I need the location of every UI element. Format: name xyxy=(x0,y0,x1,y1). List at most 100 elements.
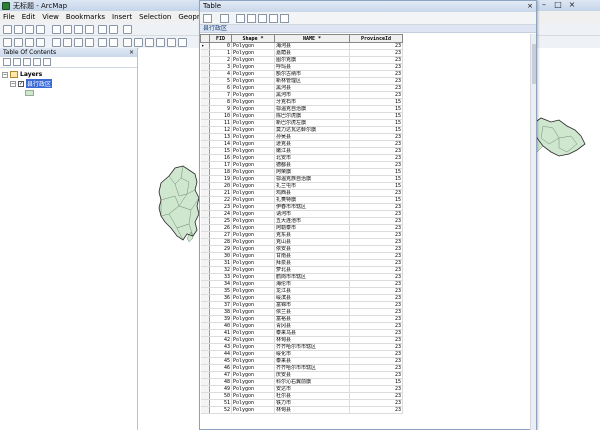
forward-extent-icon[interactable] xyxy=(85,38,94,47)
measure-icon[interactable] xyxy=(156,38,165,47)
table-cell-name[interactable]: 德都县 xyxy=(274,161,350,169)
table-cell-province-id[interactable]: 15 xyxy=(349,175,403,183)
row-selector[interactable] xyxy=(200,371,210,379)
table-cell-province-id[interactable]: 15 xyxy=(349,168,403,176)
table-cell-shape[interactable]: Polygon xyxy=(231,336,275,344)
table-cell-fid[interactable]: 48 xyxy=(209,378,232,386)
row-selector[interactable] xyxy=(200,161,210,169)
row-selector[interactable] xyxy=(200,203,210,211)
table-cell-shape[interactable]: Polygon xyxy=(231,126,275,134)
layers-node[interactable]: − Layers xyxy=(2,70,135,79)
table-row[interactable]: 50 Polygon 杜尔县 23 xyxy=(200,392,403,400)
table-cell-shape[interactable]: Polygon xyxy=(231,217,275,225)
table-cell-fid[interactable]: 37 xyxy=(209,301,232,309)
table-cell-name[interactable]: 图尔克旗 xyxy=(274,56,350,64)
table-cell-name[interactable]: 鸡西县 xyxy=(274,189,350,197)
table-cell-name[interactable]: 杜尔县 xyxy=(274,392,350,400)
table-cell-name[interactable]: 泰来乌县 xyxy=(274,329,350,337)
table-cell-shape[interactable]: Polygon xyxy=(231,273,275,281)
table-row[interactable]: 22 Polygon 扎赉特旗 15 xyxy=(200,196,403,204)
table-row[interactable]: 25 Polygon 五大连池市 23 xyxy=(200,217,403,225)
table-row[interactable]: 16 Polygon 北安市 23 xyxy=(200,154,403,162)
row-selector[interactable] xyxy=(200,378,210,386)
save-icon[interactable] xyxy=(25,25,34,34)
table-cell-province-id[interactable]: 23 xyxy=(349,224,403,232)
table-cell-fid[interactable]: 36 xyxy=(209,294,232,302)
table-row[interactable]: 40 Polygon 青冈县 23 xyxy=(200,322,403,330)
row-selector[interactable] xyxy=(200,91,210,99)
table-cell-province-id[interactable]: 23 xyxy=(349,49,403,57)
table-cell-name[interactable]: 阿勒泰市 xyxy=(274,224,350,232)
table-cell-fid[interactable]: 5 xyxy=(209,77,232,85)
row-selector[interactable] xyxy=(200,133,210,141)
table-cell-province-id[interactable]: 23 xyxy=(349,245,403,253)
table-cell-shape[interactable]: Polygon xyxy=(231,385,275,393)
collapse-icon[interactable]: − xyxy=(2,71,8,78)
table-row[interactable]: 17 Polygon 德都县 23 xyxy=(200,161,403,169)
table-cell-fid[interactable]: 8 xyxy=(209,98,232,106)
table-cell-fid[interactable]: 3 xyxy=(209,63,232,71)
table-cell-shape[interactable]: Polygon xyxy=(231,406,275,414)
table-cell-fid[interactable]: 28 xyxy=(209,238,232,246)
table-cell-name[interactable]: 额尔古纳市 xyxy=(274,70,350,78)
table-row[interactable]: 8 Polygon 牙克石市 15 xyxy=(200,98,403,106)
row-selector[interactable] xyxy=(200,217,210,225)
table-cell-province-id[interactable]: 23 xyxy=(349,329,403,337)
table-cell-province-id[interactable]: 15 xyxy=(349,182,403,190)
table-cell-fid[interactable]: 26 xyxy=(209,224,232,232)
table-cell-name[interactable]: 齐齐哈尔市市辖区 xyxy=(274,343,350,351)
open-folder-icon[interactable] xyxy=(14,25,23,34)
table-cell-fid[interactable]: 52 xyxy=(209,406,232,414)
table-cell-shape[interactable]: Polygon xyxy=(231,42,275,50)
menu-insert[interactable]: Insert xyxy=(112,13,132,21)
column-header-name[interactable]: NAME * xyxy=(274,34,350,43)
table-cell-shape[interactable]: Polygon xyxy=(231,399,275,407)
table-cell-province-id[interactable]: 23 xyxy=(349,252,403,260)
table-cell-fid[interactable]: 18 xyxy=(209,168,232,176)
row-selector[interactable] xyxy=(200,112,210,120)
table-cell-province-id[interactable]: 23 xyxy=(349,56,403,64)
row-selector[interactable] xyxy=(200,357,210,365)
table-cell-name[interactable]: 绥化市 xyxy=(274,350,350,358)
table-cell-name[interactable]: 鹤岗市市辖区 xyxy=(274,273,350,281)
table-cell-name[interactable]: 呼玛县 xyxy=(274,63,350,71)
table-cell-name[interactable]: 依兰县 xyxy=(274,308,350,316)
table-cell-name[interactable]: 科尔沁右翼前旗 xyxy=(274,378,350,386)
table-cell-province-id[interactable]: 23 xyxy=(349,63,403,71)
row-selector[interactable] xyxy=(200,189,210,197)
delete-selected-icon[interactable] xyxy=(280,14,289,23)
menu-file[interactable]: File xyxy=(3,13,15,21)
row-selector[interactable] xyxy=(200,105,210,113)
table-cell-name[interactable]: 扎兰屯市 xyxy=(274,182,350,190)
identify-icon[interactable] xyxy=(134,38,143,47)
table-cell-shape[interactable]: Polygon xyxy=(231,119,275,127)
zoom-to-selected-icon[interactable] xyxy=(269,14,278,23)
table-cell-province-id[interactable]: 23 xyxy=(349,322,403,330)
table-cell-name[interactable]: 孙吴县 xyxy=(274,133,350,141)
table-cell-shape[interactable]: Polygon xyxy=(231,392,275,400)
table-cell-shape[interactable]: Polygon xyxy=(231,161,275,169)
menu-view[interactable]: View xyxy=(42,13,59,21)
table-cell-name[interactable]: 讷河市 xyxy=(274,210,350,218)
back-extent-icon[interactable] xyxy=(74,38,83,47)
select-elements-icon[interactable] xyxy=(123,38,132,47)
table-cell-shape[interactable]: Polygon xyxy=(231,203,275,211)
table-cell-shape[interactable]: Polygon xyxy=(231,287,275,295)
row-selector[interactable] xyxy=(200,280,210,288)
table-cell-shape[interactable]: Polygon xyxy=(231,371,275,379)
row-selector[interactable] xyxy=(200,399,210,407)
table-row[interactable]: ▸ 0 Polygon 海河县 23 xyxy=(200,42,403,50)
table-cell-fid[interactable]: 22 xyxy=(209,196,232,204)
table-cell-province-id[interactable]: 15 xyxy=(349,196,403,204)
row-selector[interactable]: ▸ xyxy=(200,42,210,50)
table-row[interactable]: 5 Polygon 新林管理区 23 xyxy=(200,77,403,85)
row-selector[interactable] xyxy=(200,140,210,148)
table-cell-province-id[interactable]: 23 xyxy=(349,210,403,218)
row-selector-header[interactable] xyxy=(200,34,210,43)
table-cell-province-id[interactable]: 23 xyxy=(349,266,403,274)
table-row[interactable]: 24 Polygon 讷河市 23 xyxy=(200,210,403,218)
table-row[interactable]: 7 Polygon 黑河市 23 xyxy=(200,91,403,99)
table-cell-fid[interactable]: 32 xyxy=(209,266,232,274)
table-cell-fid[interactable]: 42 xyxy=(209,336,232,344)
table-cell-fid[interactable]: 10 xyxy=(209,112,232,120)
